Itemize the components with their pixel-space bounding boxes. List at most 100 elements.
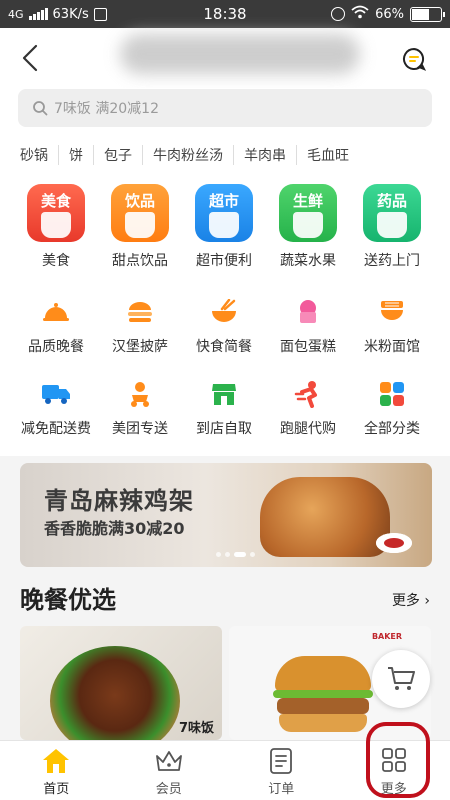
crown-icon xyxy=(155,751,182,771)
category-label: 送药上门 xyxy=(364,253,420,269)
runner-icon xyxy=(292,378,324,410)
category-item-errand[interactable]: 跑腿代购 xyxy=(266,378,350,438)
category-item-all[interactable]: 全部分类 xyxy=(350,378,434,438)
medkit-icon: 药品 xyxy=(363,184,421,242)
battery-icon xyxy=(410,6,445,22)
hot-word[interactable]: 毛血旺 xyxy=(296,145,359,165)
card-brand: BAKER xyxy=(371,632,403,641)
sauce-dish-image xyxy=(376,533,412,553)
tab-label: 首页 xyxy=(43,782,70,797)
search-placeholder: 7味饭 满20减12 xyxy=(54,101,159,117)
order-list-icon xyxy=(270,748,293,774)
grid-icon xyxy=(376,378,408,410)
back-button[interactable] xyxy=(18,42,46,74)
category-item-free-delivery[interactable]: 减免配送费 xyxy=(14,378,98,438)
message-button[interactable] xyxy=(402,47,427,71)
banner-pagination xyxy=(216,552,255,557)
home-icon xyxy=(43,749,70,773)
category-item-fast-meal[interactable]: 快食简餐 xyxy=(182,296,266,356)
category-item-burger[interactable]: 汉堡披萨 xyxy=(98,296,182,356)
network-speed: 63K/s xyxy=(52,6,89,22)
burger-image xyxy=(273,656,373,734)
basket-icon: 超市 xyxy=(195,184,253,242)
tab-member[interactable]: 会员 xyxy=(113,741,226,800)
category-item-dinner[interactable]: 品质晚餐 xyxy=(14,296,98,356)
hot-word[interactable]: 羊肉串 xyxy=(233,145,296,165)
category-item-bakery[interactable]: 面包蛋糕 xyxy=(266,296,350,356)
tab-label: 更多 xyxy=(380,782,407,797)
cloche-icon xyxy=(40,296,72,328)
search-icon xyxy=(33,101,48,116)
category-row-main: 美食 美食 饮品 甜点饮品 超市 超市便利 生鲜 蔬菜水果 药品 送药上门 xyxy=(14,184,450,270)
status-right: 66% xyxy=(292,5,445,23)
banner-subtitle: 香香脆脆满30减20 xyxy=(44,519,185,538)
hot-words: 砂锅 饼 包子 牛肉粉丝汤 羊肉串 毛血旺 xyxy=(0,136,450,174)
hot-word[interactable]: 饼 xyxy=(58,145,93,165)
category-item-fresh[interactable]: 生鲜 蔬菜水果 xyxy=(266,184,350,270)
bowl-icon xyxy=(208,296,240,328)
drink-cup-icon: 饮品 xyxy=(111,184,169,242)
category-item-supermarket[interactable]: 超市 超市便利 xyxy=(182,184,266,270)
noodles-icon xyxy=(376,296,408,328)
tab-more[interactable]: 更多 xyxy=(338,741,450,800)
hot-word[interactable]: 砂锅 xyxy=(20,145,58,165)
tab-orders[interactable]: 订单 xyxy=(225,741,338,800)
network-type: 4G xyxy=(8,7,24,21)
search-input[interactable]: 7味饭 满20减12 xyxy=(18,89,432,127)
category-label: 美食 xyxy=(42,253,70,269)
category-label: 到店自取 xyxy=(196,421,252,437)
section-more-link[interactable]: 更多 › xyxy=(392,590,430,610)
section-title: 晚餐优选 xyxy=(20,586,116,614)
wifi-icon xyxy=(351,5,369,23)
search-bar: 7味饭 满20减12 xyxy=(0,88,450,136)
card-brand: 7味饭 xyxy=(178,721,214,736)
hot-word[interactable]: 牛肉粉丝汤 xyxy=(142,145,233,165)
category-item-medicine[interactable]: 药品 送药上门 xyxy=(350,184,434,270)
category-panel: 美食 美食 饮品 甜点饮品 超市 超市便利 生鲜 蔬菜水果 药品 送药上门 品质… xyxy=(0,174,450,456)
category-item-meituan-delivery[interactable]: 美团专送 xyxy=(98,378,182,438)
lime-icon: 生鲜 xyxy=(279,184,337,242)
category-label: 甜点饮品 xyxy=(112,253,168,269)
category-label: 美团专送 xyxy=(112,421,168,437)
tab-label: 订单 xyxy=(268,782,295,797)
hot-word[interactable]: 包子 xyxy=(93,145,142,165)
chevron-left-icon xyxy=(22,44,38,72)
promo-banner[interactable]: 青岛麻辣鸡架 香香脆脆满30减20 xyxy=(20,463,432,567)
category-label: 汉堡披萨 xyxy=(112,339,168,355)
signal-icon xyxy=(28,8,48,20)
category-label: 蔬菜水果 xyxy=(280,253,336,269)
category-label: 快食简餐 xyxy=(196,339,252,355)
more-grid-icon xyxy=(381,748,406,772)
banner-title: 青岛麻辣鸡架 xyxy=(44,487,194,515)
category-row-services: 减免配送费 美团专送 到店自取 跑腿代购 全部分类 xyxy=(14,378,450,438)
status-time: 18:38 xyxy=(203,5,247,23)
status-left: 4G 63K/s xyxy=(8,7,158,22)
category-item-food[interactable]: 美食 美食 xyxy=(14,184,98,270)
chat-bubble-icon xyxy=(403,47,427,71)
category-label: 减免配送费 xyxy=(21,421,91,437)
category-item-noodles[interactable]: 米粉面馆 xyxy=(350,296,434,356)
cart-button[interactable] xyxy=(372,650,430,708)
category-item-pickup[interactable]: 到店自取 xyxy=(182,378,266,438)
category-row-secondary: 品质晚餐 汉堡披萨 快食简餐 面包蛋糕 米粉面馆 xyxy=(14,296,450,356)
category-item-drinks[interactable]: 饮品 甜点饮品 xyxy=(98,184,182,270)
cutlery-icon: 美食 xyxy=(27,184,85,242)
sync-icon xyxy=(93,7,107,21)
category-label: 米粉面馆 xyxy=(364,339,420,355)
tab-home[interactable]: 首页 xyxy=(0,741,113,800)
cake-icon xyxy=(292,296,324,328)
alarm-icon xyxy=(331,7,346,21)
category-label: 品质晚餐 xyxy=(28,339,84,355)
shop-icon xyxy=(208,378,240,410)
burger-icon xyxy=(124,296,156,328)
chicken-image xyxy=(260,477,390,557)
truck-icon xyxy=(40,378,72,410)
scooter-icon xyxy=(124,378,156,410)
blurred-title xyxy=(120,34,360,74)
food-image xyxy=(50,646,180,740)
restaurant-card[interactable]: 7味饭 xyxy=(20,626,222,740)
status-bar: 4G 63K/s 18:38 66% xyxy=(0,0,450,28)
category-label: 面包蛋糕 xyxy=(280,339,336,355)
header xyxy=(0,28,450,88)
category-label: 全部分类 xyxy=(364,421,420,437)
